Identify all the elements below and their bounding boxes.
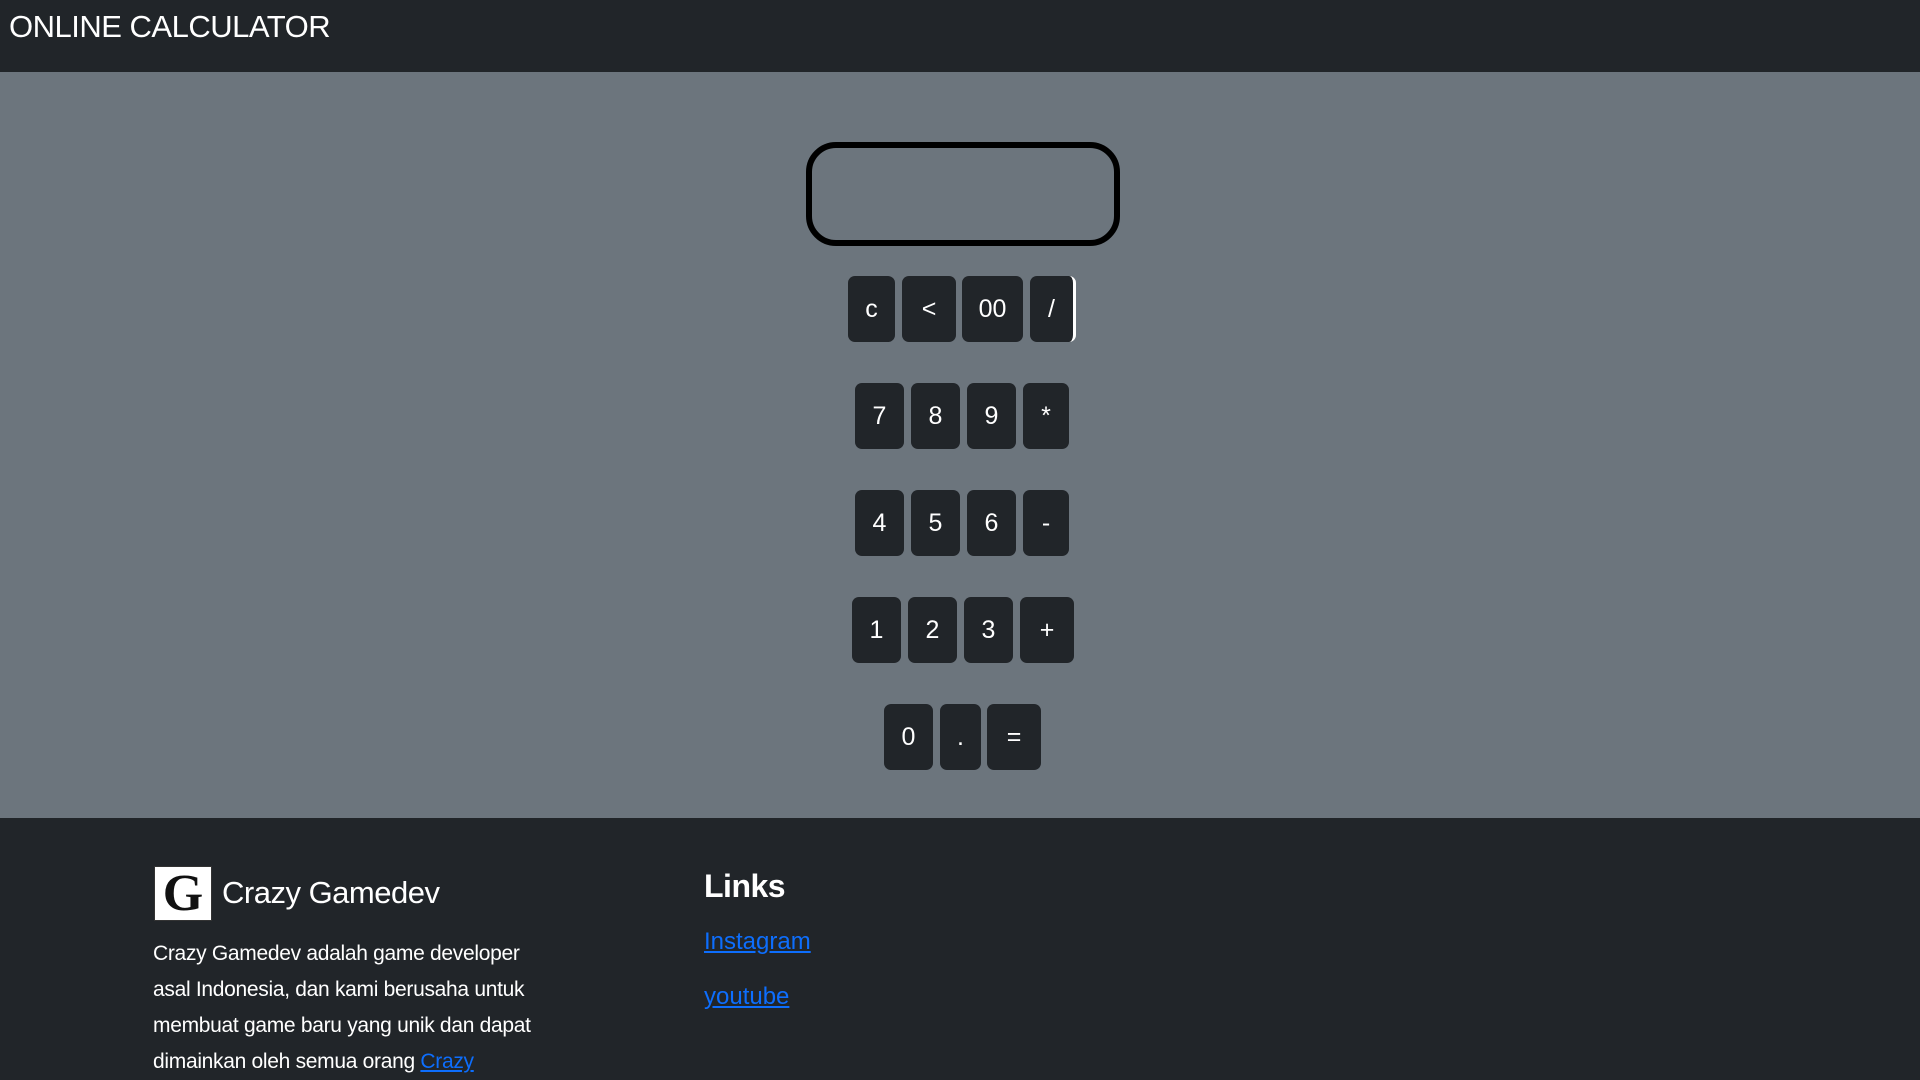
decimal-button[interactable]: . <box>940 704 981 770</box>
about-crazy-link[interactable]: Crazy <box>420 1050 474 1073</box>
four-button[interactable]: 4 <box>855 490 904 556</box>
minus-button[interactable]: - <box>1023 490 1069 556</box>
company-logo: G <box>154 866 212 921</box>
three-button[interactable]: 3 <box>964 597 1013 663</box>
backspace-button[interactable]: < <box>902 276 956 342</box>
plus-button[interactable]: + <box>1020 597 1074 663</box>
eight-button[interactable]: 8 <box>911 383 960 449</box>
one-button[interactable]: 1 <box>852 597 901 663</box>
navbar: ONLINE CALCULATOR <box>0 0 1920 72</box>
youtube-link[interactable]: youtube <box>704 983 789 1011</box>
footer: G Crazy Gamedev Crazy Gamedev adalah gam… <box>0 818 1920 1080</box>
seven-button[interactable]: 7 <box>855 383 904 449</box>
calculator-area: c < 00 / 7 8 9 * 4 5 6 - 1 2 3 + 0 . = <box>0 72 1920 818</box>
nine-button[interactable]: 9 <box>967 383 1016 449</box>
about-description: Crazy Gamedev adalah game developer asal… <box>153 942 531 1073</box>
five-button[interactable]: 5 <box>911 490 960 556</box>
equals-button[interactable]: = <box>987 704 1041 770</box>
calculator-display[interactable] <box>806 142 1120 246</box>
instagram-link[interactable]: Instagram <box>704 928 811 956</box>
links-heading: Links <box>704 868 786 904</box>
double-zero-button[interactable]: 00 <box>962 276 1023 342</box>
company-name: Crazy Gamedev <box>222 875 440 910</box>
clear-button[interactable]: c <box>848 276 895 342</box>
six-button[interactable]: 6 <box>967 490 1016 556</box>
about-text: Crazy Gamedev adalah game developer asal… <box>153 936 553 1080</box>
zero-button[interactable]: 0 <box>884 704 933 770</box>
logo-letter: G <box>162 864 204 922</box>
divide-button[interactable]: / <box>1030 276 1076 342</box>
two-button[interactable]: 2 <box>908 597 957 663</box>
multiply-button[interactable]: * <box>1023 383 1069 449</box>
navbar-brand[interactable]: ONLINE CALCULATOR <box>9 8 331 46</box>
